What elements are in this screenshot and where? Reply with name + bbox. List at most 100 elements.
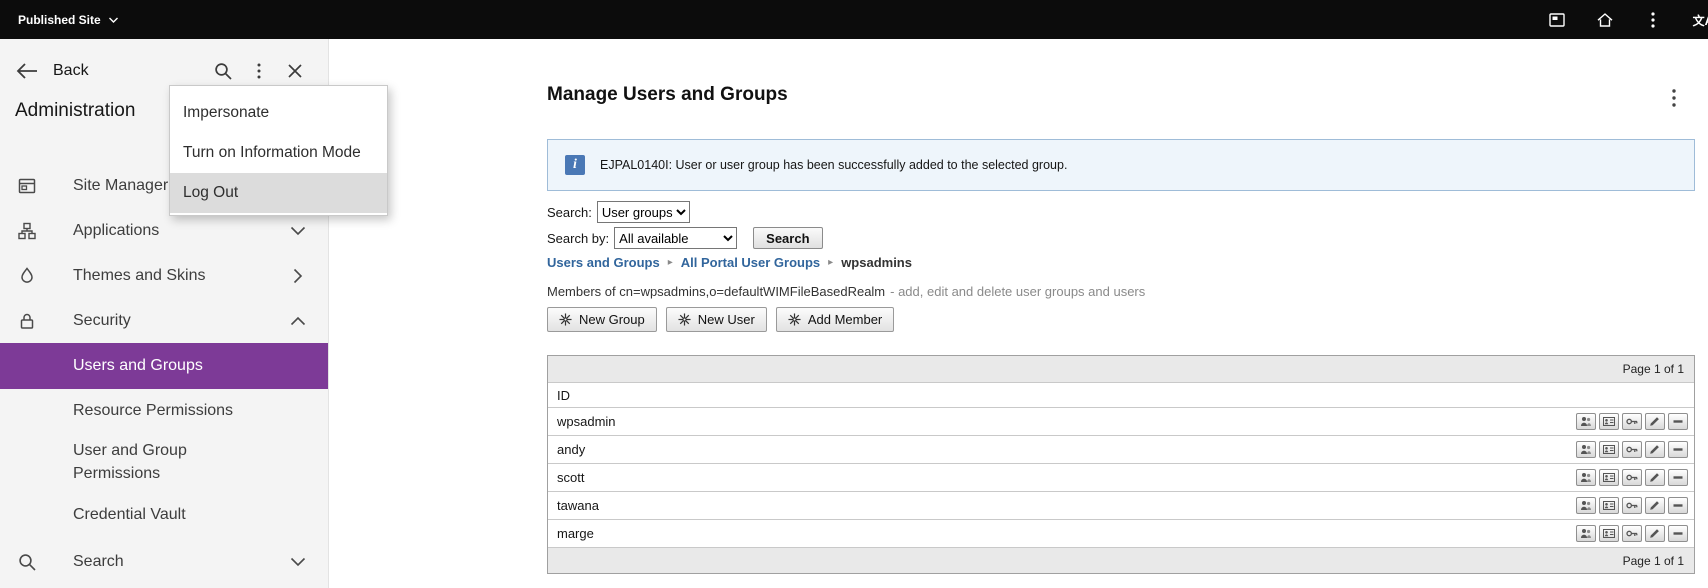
membership-icon xyxy=(1581,417,1591,426)
sidebar-kebab-button[interactable] xyxy=(244,53,274,89)
membership-icon xyxy=(1581,501,1591,510)
edit-icon xyxy=(1650,529,1659,538)
menu-item-turn-on-information-mode[interactable]: Turn on Information Mode xyxy=(170,133,387,173)
table-body: wpsadmin andy scott tawana marge xyxy=(548,407,1694,547)
remove-button[interactable] xyxy=(1668,525,1688,542)
edit-button[interactable] xyxy=(1645,441,1665,458)
assign-roles-button[interactable] xyxy=(1622,441,1642,458)
sidebar-item-credential-vault[interactable]: Credential Vault xyxy=(0,491,328,539)
breadcrumb: Users and Groups ▸ All Portal User Group… xyxy=(547,255,912,270)
sidebar-item-users-and-groups[interactable]: Users and Groups xyxy=(0,343,328,389)
row-actions xyxy=(1576,497,1694,514)
row-id-label: scott xyxy=(557,470,585,485)
new-user-button[interactable]: New User xyxy=(665,307,767,332)
view-membership-button[interactable] xyxy=(1576,441,1596,458)
remove-button[interactable] xyxy=(1668,497,1688,514)
view-membership-button[interactable] xyxy=(1576,497,1596,514)
assign-roles-button[interactable] xyxy=(1622,525,1642,542)
view-membership-button[interactable] xyxy=(1576,525,1596,542)
back-arrow-icon xyxy=(16,63,38,79)
new-group-button[interactable]: New Group xyxy=(547,307,657,332)
breadcrumb-separator: ▸ xyxy=(828,257,834,268)
search-by-label: Search by: xyxy=(547,230,610,246)
close-icon xyxy=(287,63,303,79)
profile-icon xyxy=(1603,501,1615,510)
back-label: Back xyxy=(53,62,89,79)
menu-item-impersonate[interactable]: Impersonate xyxy=(170,93,387,133)
search-type-select[interactable]: User groups xyxy=(596,201,690,223)
applications-icon xyxy=(16,221,38,241)
table-row: wpsadmin xyxy=(548,407,1694,435)
topbar-kebab-button[interactable] xyxy=(1642,9,1664,31)
sidebar-item-user-and-group-permissions[interactable]: User and Group Permissions xyxy=(0,433,328,491)
sidebar-item-resource-permissions[interactable]: Resource Permissions xyxy=(0,389,328,433)
search-button[interactable]: Search xyxy=(753,227,823,249)
profile-button[interactable] xyxy=(1599,469,1619,486)
info-message: EJPAL0140I: User or user group has been … xyxy=(600,158,1068,172)
view-membership-button[interactable] xyxy=(1576,413,1596,430)
sidebar-subitem-label: Resource Permissions xyxy=(73,402,234,419)
remove-icon xyxy=(1673,504,1683,507)
profile-button[interactable] xyxy=(1599,413,1619,430)
edit-button[interactable] xyxy=(1645,525,1665,542)
remove-icon xyxy=(1673,420,1683,423)
edit-icon xyxy=(1650,445,1659,454)
breadcrumb-link-users-and-groups[interactable]: Users and Groups xyxy=(547,255,660,270)
remove-button[interactable] xyxy=(1668,469,1688,486)
profile-button[interactable] xyxy=(1599,525,1619,542)
profile-icon xyxy=(1603,529,1615,538)
page-kebab-button[interactable] xyxy=(1664,87,1684,109)
assign-roles-button[interactable] xyxy=(1622,413,1642,430)
search-by-select[interactable]: All available xyxy=(614,227,738,249)
add-member-button[interactable]: Add Member xyxy=(775,307,895,332)
sidebar-item-label: Site Manager xyxy=(73,176,169,194)
translate-icon: 文A xyxy=(1692,13,1708,28)
remove-button[interactable] xyxy=(1668,413,1688,430)
roles-icon xyxy=(1626,418,1638,425)
published-site-menu[interactable]: Published Site xyxy=(0,0,136,39)
members-text: Members of cn=wpsadmins,o=defaultWIMFile… xyxy=(547,284,886,299)
breadcrumb-link-all-portal-user-groups[interactable]: All Portal User Groups xyxy=(681,255,820,270)
profile-button[interactable] xyxy=(1599,441,1619,458)
remove-button[interactable] xyxy=(1668,441,1688,458)
chevron-down-icon xyxy=(290,557,306,567)
menu-item-log-out[interactable]: Log Out xyxy=(170,173,387,213)
edit-button[interactable] xyxy=(1645,413,1665,430)
security-lock-icon xyxy=(16,311,38,331)
sidebar-title: Administration xyxy=(15,100,136,121)
sidebar-item-label: Security xyxy=(73,311,131,329)
sidebar-item-label: Search xyxy=(73,552,124,570)
back-button[interactable]: Back xyxy=(16,53,89,89)
sidebar-item-label: Themes and Skins xyxy=(73,266,206,284)
sidebar-close-button[interactable] xyxy=(280,53,310,89)
toolbar-panel-button[interactable] xyxy=(1546,9,1568,31)
remove-icon xyxy=(1673,448,1683,451)
assign-roles-button[interactable] xyxy=(1622,497,1642,514)
breadcrumb-current: wpsadmins xyxy=(841,255,912,270)
language-button[interactable]: 文A xyxy=(1688,9,1708,31)
home-button[interactable] xyxy=(1594,9,1616,31)
view-membership-button[interactable] xyxy=(1576,469,1596,486)
edit-button[interactable] xyxy=(1645,469,1665,486)
profile-button[interactable] xyxy=(1599,497,1619,514)
row-id-label: marge xyxy=(557,526,594,541)
roles-icon xyxy=(1626,446,1638,453)
edit-icon xyxy=(1650,501,1659,510)
row-id-label: wpsadmin xyxy=(557,414,616,429)
edit-button[interactable] xyxy=(1645,497,1665,514)
sidebar-item-security[interactable]: Security xyxy=(0,298,328,343)
membership-icon xyxy=(1581,529,1591,538)
assign-roles-button[interactable] xyxy=(1622,469,1642,486)
roles-icon xyxy=(1626,502,1638,509)
pagination-top: Page 1 of 1 xyxy=(548,356,1694,382)
edit-icon xyxy=(1650,417,1659,426)
search-row: Search: User groups xyxy=(547,201,690,223)
sidebar-item-themes-and-skins[interactable]: Themes and Skins xyxy=(0,253,328,298)
sidebar-menu: Site Manager Applications Themes and Ski… xyxy=(0,163,328,584)
sidebar-item-search[interactable]: Search xyxy=(0,539,328,584)
kebab-icon xyxy=(1650,10,1656,30)
roles-icon xyxy=(1626,474,1638,481)
sidebar-search-button[interactable] xyxy=(208,53,238,89)
breadcrumb-separator: ▸ xyxy=(667,257,673,268)
new-group-label: New Group xyxy=(579,312,645,327)
